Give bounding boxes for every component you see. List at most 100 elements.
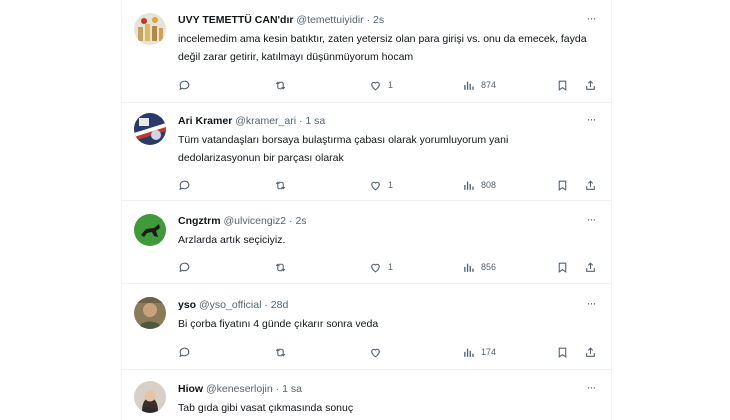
tweet-actions: 174 — [172, 343, 602, 361]
user-handle[interactable]: @keneserlojin — [206, 383, 273, 395]
view-count: 808 — [481, 180, 497, 190]
tweet-header: Ari Kramer @kramer_ari · 1 sa — [178, 113, 599, 129]
bookmark-button[interactable] — [556, 343, 569, 361]
separator-dot: · — [275, 383, 280, 395]
bookmark-button[interactable] — [556, 258, 569, 276]
heart-icon — [371, 263, 380, 272]
reply-button[interactable] — [178, 343, 191, 361]
share-button[interactable] — [584, 76, 597, 94]
tweet-header: Cngztrm @ulvicengiz2 · 2s — [178, 213, 599, 229]
tweet-text: incelemedim ama kesin batıktır, zaten ye… — [178, 33, 587, 63]
timestamp[interactable]: 2s — [373, 14, 384, 26]
retweet-button[interactable] — [274, 176, 287, 194]
more-options-icon[interactable]: ··· — [583, 12, 599, 28]
tweet-actions: 1 874 — [172, 76, 602, 94]
views-button[interactable]: 174 — [462, 343, 496, 361]
retweet-icon — [275, 347, 286, 357]
heart-icon — [371, 348, 380, 357]
timestamp[interactable]: 28d — [271, 299, 289, 311]
avatar[interactable] — [134, 214, 166, 246]
tweet-header: yso @yso_official · 28d — [178, 297, 599, 313]
share-button[interactable] — [584, 176, 597, 194]
like-count: 1 — [388, 80, 394, 90]
more-options-icon[interactable]: ··· — [583, 297, 599, 313]
like-count: 1 — [388, 180, 394, 190]
display-name[interactable]: Ari Kramer — [178, 115, 232, 127]
views-button[interactable]: 856 — [462, 258, 496, 276]
views-button[interactable]: 808 — [462, 176, 496, 194]
tweet-text: Arzlarda artık seçiciyiz. — [178, 234, 286, 246]
tweet-header: UVY TEMETTÜ CAN'dır @temettuiyidir · 2s — [178, 12, 599, 28]
view-count: 174 — [481, 347, 497, 357]
share-button[interactable] — [584, 343, 597, 361]
like-button[interactable]: 1 — [369, 76, 393, 94]
retweet-button[interactable] — [274, 258, 287, 276]
display-name[interactable]: Cngztrm — [178, 215, 221, 227]
timestamp[interactable]: 1 sa — [305, 115, 325, 127]
bookmark-button[interactable] — [556, 176, 569, 194]
tweet[interactable]: UVY TEMETTÜ CAN'dır @temettuiyidir · 2s … — [122, 0, 611, 103]
tweet-actions: 1 856 — [172, 258, 602, 276]
tweet[interactable]: yso @yso_official · 28d ··· Bi çorba fiy… — [122, 284, 611, 370]
views-button[interactable]: 874 — [462, 76, 496, 94]
like-button[interactable] — [369, 343, 388, 361]
tweet-text: Tab gıda gibi vasat çıkmasında sonuç — [178, 402, 354, 414]
more-options-icon[interactable]: ··· — [583, 113, 599, 129]
tweet-actions: 1 808 — [172, 176, 602, 194]
tweet-text: Bi çorba fiyatını 4 günde çıkarır sonra … — [178, 318, 379, 330]
reply-icon — [179, 347, 190, 357]
avatar[interactable] — [134, 13, 166, 45]
timestamp[interactable]: 1 sa — [282, 383, 302, 395]
tweet[interactable]: Ari Kramer @kramer_ari · 1 sa ··· Tüm va… — [122, 103, 611, 201]
share-icon — [586, 179, 595, 190]
bookmark-button[interactable] — [556, 76, 569, 94]
user-handle[interactable]: @temettuiyidir — [296, 14, 363, 26]
bookmark-icon — [558, 262, 567, 273]
reply-button[interactable] — [178, 76, 191, 94]
views-chart-icon — [464, 81, 474, 90]
like-count: 1 — [388, 262, 394, 272]
heart-icon — [371, 181, 380, 190]
avatar[interactable] — [134, 113, 166, 145]
heart-icon — [371, 81, 380, 90]
reply-icon — [179, 80, 190, 90]
user-handle[interactable]: @yso_official — [199, 299, 261, 311]
like-button[interactable]: 1 — [369, 258, 393, 276]
retweet-button[interactable] — [274, 76, 287, 94]
share-icon — [586, 346, 595, 357]
display-name[interactable]: yso — [178, 299, 196, 311]
bookmark-icon — [558, 180, 567, 191]
separator-dot: · — [264, 299, 268, 311]
tweet[interactable]: Hiow @keneserlojin · 1 sa ··· Tab gıda g… — [122, 370, 611, 420]
retweet-icon — [275, 180, 286, 190]
display-name[interactable]: UVY TEMETTÜ CAN'dır — [178, 14, 293, 26]
bookmark-icon — [558, 347, 567, 358]
user-handle[interactable]: @kramer_ari — [235, 115, 296, 127]
user-handle[interactable]: @ulvicengiz2 — [224, 215, 287, 227]
avatar[interactable] — [134, 297, 166, 329]
share-icon — [586, 79, 595, 90]
tweet-header: Hiow @keneserlojin · 1 sa — [178, 381, 599, 397]
view-count: 874 — [481, 80, 497, 90]
reply-button[interactable] — [178, 258, 191, 276]
more-options-icon[interactable]: ··· — [583, 381, 599, 397]
like-button[interactable]: 1 — [369, 176, 393, 194]
display-name[interactable]: Hiow — [178, 383, 203, 395]
tweet-text: Tüm vatandaşları borsaya bulaştırma çaba… — [178, 134, 509, 164]
avatar[interactable] — [134, 381, 166, 413]
tweet[interactable]: Cngztrm @ulvicengiz2 · 2s ··· Arzlarda a… — [122, 201, 611, 284]
timestamp[interactable]: 2s — [295, 215, 306, 227]
reply-icon — [179, 262, 190, 272]
share-icon — [586, 261, 595, 272]
timeline-column: UVY TEMETTÜ CAN'dır @temettuiyidir · 2s … — [121, 0, 612, 420]
separator-dot: · — [298, 115, 303, 127]
view-count: 856 — [481, 262, 497, 272]
more-options-icon[interactable]: ··· — [583, 213, 599, 229]
retweet-icon — [275, 80, 286, 90]
retweet-icon — [275, 262, 286, 272]
reply-icon — [179, 180, 190, 190]
share-button[interactable] — [584, 258, 597, 276]
retweet-button[interactable] — [274, 343, 287, 361]
reply-button[interactable] — [178, 176, 191, 194]
views-chart-icon — [464, 348, 474, 357]
